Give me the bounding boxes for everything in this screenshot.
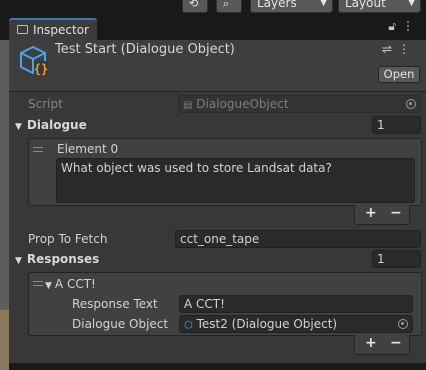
script-label: Script [28, 97, 63, 111]
chevron-down-icon: ▼ [408, 0, 415, 8]
layers-label: Layers [257, 0, 297, 10]
response-text-field[interactable]: A CCT! [179, 295, 413, 313]
object-picker-icon[interactable] [406, 99, 416, 109]
remove-response-button[interactable]: − [390, 335, 402, 351]
kebab-menu-icon[interactable]: ⋮ [402, 19, 420, 33]
foldout-arrow-icon: ▼ [15, 122, 22, 132]
inspector-icon [17, 25, 28, 34]
script-value: DialogueObject [196, 97, 289, 111]
response-item-foldout[interactable]: ▼ A CCT! [45, 277, 96, 291]
tab-inspector[interactable]: Inspector [9, 18, 97, 40]
tab-label: Inspector [33, 23, 89, 37]
responses-list: ▼ A CCT! Response Text A CCT! Dialogue Ob… [28, 272, 422, 336]
script-file-icon: ▤ [183, 100, 193, 111]
layout-label: Layout [345, 0, 386, 10]
object-title: Test Start (Dialogue Object) [55, 42, 235, 57]
svg-text:{}: {} [34, 62, 48, 76]
header-controls: ⇌⋮ [382, 42, 416, 56]
tab-controls: 🔓︎⋮ [388, 19, 420, 34]
dialogue-object-value: Test2 (Dialogue Object) [196, 317, 338, 331]
dialogue-object-field[interactable]: ⬡ Test2 (Dialogue Object) [179, 315, 413, 333]
scriptable-object-icon: {} [20, 45, 48, 76]
responses-count-field[interactable]: 1 [372, 250, 421, 268]
responses-list-controls: + − [354, 335, 410, 355]
layout-dropdown[interactable]: Layout ▼ [338, 0, 421, 13]
dialogue-label: Dialogue [26, 118, 87, 132]
responses-label: Responses [26, 252, 100, 266]
add-element-button[interactable]: + [365, 205, 377, 221]
foldout-arrow-icon: ▼ [15, 256, 22, 266]
inspector-header: {} Test Start (Dialogue Object) ⇌⋮ Open [9, 40, 426, 92]
prop-to-fetch-field[interactable]: cct_one_tape [175, 230, 421, 248]
add-response-button[interactable]: + [365, 335, 377, 351]
foldout-arrow-icon: ▼ [45, 281, 52, 291]
scriptable-object-small-icon: ⬡ [184, 320, 193, 331]
dialogue-list: Element 0 What object was used to store … [28, 138, 422, 206]
drag-handle-icon[interactable] [33, 281, 43, 286]
top-toolbar: ⟲ ⌕ Layers ▼ Layout ▼ [0, 0, 426, 14]
response-item-label: A CCT! [54, 277, 96, 291]
object-picker-icon[interactable] [398, 319, 408, 329]
response-text-label: Response Text [72, 297, 158, 311]
inspector-panel: {} Test Start (Dialogue Object) ⇌⋮ Open … [9, 40, 426, 363]
scene-view-edge [0, 40, 9, 370]
open-button[interactable]: Open [378, 66, 420, 83]
search-icon: ⌕ [223, 0, 230, 10]
dialogue-count-field[interactable]: 1 [372, 116, 421, 134]
prop-to-fetch-label: Prop To Fetch [28, 232, 108, 246]
kebab-menu-icon[interactable]: ⋮ [398, 42, 416, 56]
settings-sliders-icon[interactable]: ⇌ [382, 42, 398, 56]
remove-element-button[interactable]: − [390, 205, 402, 221]
layers-dropdown[interactable]: Layers ▼ [250, 0, 333, 13]
responses-foldout[interactable]: ▼ Responses [15, 252, 99, 266]
history-button[interactable]: ⟲ [182, 0, 208, 13]
drag-handle-icon[interactable] [33, 147, 43, 152]
element-label: Element 0 [57, 142, 119, 156]
dialogue-object-label: Dialogue Object [72, 317, 169, 331]
scene-decoration [0, 310, 9, 370]
lock-icon[interactable]: 🔓︎ [388, 19, 402, 33]
dialogue-list-controls: + − [354, 205, 410, 225]
dialogue-text-area[interactable]: What object was used to store Landsat da… [56, 158, 415, 203]
script-field: ▤ DialogueObject [178, 95, 421, 113]
search-button[interactable]: ⌕ [216, 0, 242, 13]
dialogue-foldout[interactable]: ▼ Dialogue [15, 118, 87, 132]
chevron-down-icon: ▼ [320, 0, 327, 8]
history-icon: ⟲ [189, 0, 199, 10]
